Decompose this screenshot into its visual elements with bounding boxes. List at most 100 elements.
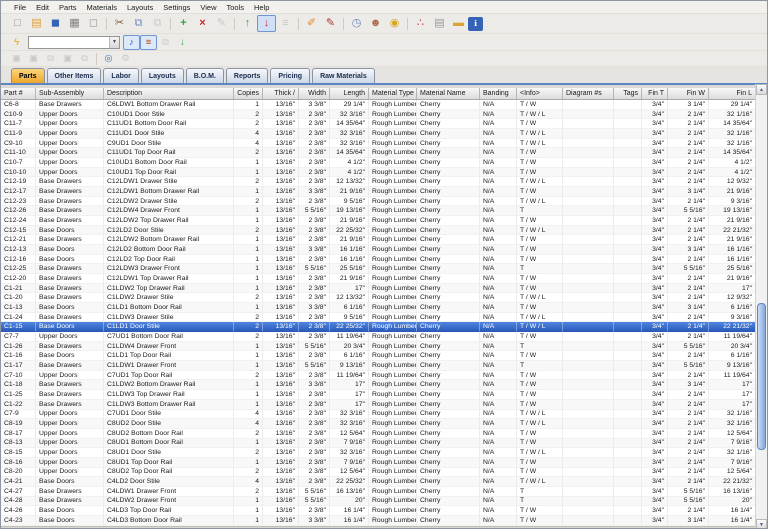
table-row[interactable]: C8-17Upper DoorsC8UD2 Bottom Door Rail21… [1,429,756,439]
table-row[interactable]: C8-13Upper DoorsC8UD1 Bottom Door Rail11… [1,439,756,449]
table-row[interactable]: C6-8Base DrawersC6LDW1 Bottom Drawer Rai… [1,100,756,110]
column-header-mtype[interactable]: Material Type [369,88,417,99]
column-header-finw[interactable]: Fin W [668,88,709,99]
tab-labor[interactable]: Labor [103,68,138,83]
scroll-down-button[interactable]: ▼ [756,519,767,529]
schedule-icon[interactable]: ◷ [347,15,366,32]
table-row[interactable]: C10-10Upper DoorsC10UD1 Top Door Rail113… [1,168,756,178]
table-row[interactable]: C1-21Base DrawersC1LDW2 Top Drawer Rail1… [1,284,756,294]
open-folder-icon[interactable]: ▤ [27,15,46,32]
menu-materials[interactable]: Materials [82,2,122,13]
table-row[interactable]: C12-21Base DrawersC12LDW2 Bottom Drawer … [1,235,756,245]
add-part-icon[interactable]: + [174,15,193,32]
table-row[interactable]: C1-20Base DrawersC1LDW2 Drawer Stile213/… [1,293,756,303]
table-row[interactable]: C12-15Base DoorsC12LD2 Door Stile213/16"… [1,226,756,236]
column-header-width[interactable]: Width [299,88,330,99]
table-row[interactable]: C7-10Upper DoorsC7UD1 Top Door Rail213/1… [1,371,756,381]
column-header-thick[interactable]: Thick / [263,88,299,99]
table-row[interactable]: C7-9Upper DoorsC7UD1 Door Stile413/16"2 … [1,410,756,420]
new-document-icon[interactable]: □ [8,15,27,32]
column-header-part[interactable]: Part # [1,88,36,99]
column-header-diagram[interactable]: Diagram #s [563,88,614,99]
column-header-length[interactable]: Length [330,88,369,99]
table-row[interactable]: C4-21Base DoorsC4LD2 Door Stile413/16"2 … [1,477,756,487]
menu-settings[interactable]: Settings [158,2,195,13]
table-row[interactable]: C12-25Base DrawersC12LDW3 Drawer Front11… [1,264,756,274]
report-document-icon[interactable]: ▤ [430,15,449,32]
tab-layouts[interactable]: Layouts [141,68,184,83]
notes-toggle-icon[interactable]: ♪ [123,35,140,50]
export-parts-icon[interactable]: ↓ [257,15,276,32]
table-row[interactable]: C10-7Upper DoorsC10UD1 Bottom Door Rail1… [1,158,756,168]
export-report-icon[interactable]: ↓ [174,35,191,50]
filter-input[interactable] [29,37,109,48]
edit-user-icon[interactable]: ☻ [366,15,385,32]
table-row[interactable]: C12-17Base DrawersC12LDW1 Bottom Drawer … [1,187,756,197]
menu-file[interactable]: File [9,2,31,13]
table-row[interactable]: C4-23Base DoorsC4LD3 Bottom Door Rail113… [1,516,756,526]
menu-edit[interactable]: Edit [31,2,54,13]
table-row[interactable]: C12-23Base DrawersC12LDW2 Drawer Stile21… [1,197,756,207]
print-icon[interactable]: ▦ [65,15,84,32]
table-row[interactable]: C7-7Upper DoorsC7UD1 Bottom Door Rail213… [1,332,756,342]
table-row[interactable]: C12-13Base DoorsC12LD2 Bottom Door Rail1… [1,245,756,255]
tab-b-o-m-[interactable]: B.O.M. [186,68,224,83]
table-row[interactable]: C12-20Base DrawersC12LDW1 Top Drawer Rai… [1,274,756,284]
table-row[interactable]: C11-9Upper DoorsC11UD1 Door Stile413/16"… [1,129,756,139]
table-row[interactable]: C1-13Base DoorsC1LD1 Bottom Door Rail113… [1,303,756,313]
table-row[interactable]: C12-19Base DrawersC12LDW1 Drawer Stile21… [1,177,756,187]
vertical-scrollbar[interactable]: ▲ ▼ [755,84,767,529]
menu-help[interactable]: Help [249,2,274,13]
column-header-banding[interactable]: Banding [480,88,517,99]
table-row[interactable]: C8-16Upper DoorsC8UD1 Top Door Rail113/1… [1,458,756,468]
table-row[interactable]: C1-25Base DrawersC1LDW3 Top Drawer Rail1… [1,390,756,400]
delivery-truck-icon[interactable]: ▬ [449,15,468,32]
list-toggle-icon[interactable]: ≡ [140,35,157,50]
edit-drawing-icon[interactable]: ✎ [321,15,340,32]
table-row[interactable]: C12-16Base DoorsC12LD2 Top Door Rail113/… [1,255,756,265]
column-header-info[interactable]: <Info> [517,88,563,99]
column-header-fint[interactable]: Fin T [642,88,668,99]
tab-parts[interactable]: Parts [11,68,45,83]
save-icon[interactable]: ◼ [46,15,65,32]
table-row[interactable]: C1-26Base DrawersC1LDW4 Drawer Front113/… [1,342,756,352]
measure-icon[interactable]: ✐ [302,15,321,32]
column-header-copies[interactable]: Copies [234,88,263,99]
copy-icon[interactable]: ⧉ [129,15,148,32]
table-row[interactable]: C8-15Upper DoorsC8UD1 Door Stile213/16"2… [1,448,756,458]
import-parts-icon[interactable]: ↑ [238,15,257,32]
cut-icon[interactable]: ✂ [110,15,129,32]
print-preview-icon[interactable]: ◻ [84,15,103,32]
table-row[interactable]: C9-10Upper DoorsC9UD1 Door Stile413/16"2… [1,139,756,149]
column-header-mname[interactable]: Material Name [417,88,480,99]
scroll-up-button[interactable]: ▲ [756,84,767,95]
table-row[interactable]: C8-19Upper DoorsC8UD2 Door Stile413/16"2… [1,419,756,429]
table-row[interactable]: C4-28Base DrawersC4LDW2 Drawer Front113/… [1,497,756,507]
menu-view[interactable]: View [195,2,221,13]
menu-parts[interactable]: Parts [54,2,82,13]
table-row[interactable]: C1-17Base DrawersC1LDW1 Drawer Front113/… [1,361,756,371]
table-row[interactable]: C1-22Base DrawersC1LDW3 Bottom Drawer Ra… [1,400,756,410]
table-row[interactable]: C1-18Base DrawersC1LDW2 Bottom Drawer Ra… [1,380,756,390]
table-row[interactable]: C11-7Upper DoorsC11UD1 Bottom Door Rail2… [1,119,756,129]
tab-other-items[interactable]: Other Items [47,68,102,83]
run-lightning-icon[interactable]: ϟ [8,35,25,50]
table-row[interactable]: C1-16Base DoorsC1LD1 Top Door Rail113/16… [1,351,756,361]
assembly-tree-icon[interactable]: ∴ [411,15,430,32]
table-row[interactable]: C8-20Upper DoorsC8UD2 Top Door Rail213/1… [1,468,756,478]
table-row[interactable]: C12-24Base DrawersC12LDW2 Top Drawer Rai… [1,216,756,226]
column-header-desc[interactable]: Description [104,88,234,99]
table-row[interactable]: C12-26Base DrawersC12LDW4 Drawer Front11… [1,206,756,216]
tab-raw-materials[interactable]: Raw Materials [312,68,375,83]
column-header-sub[interactable]: Sub-Assembly [36,88,104,99]
tab-pricing[interactable]: Pricing [270,68,310,83]
column-header-tags[interactable]: Tags [614,88,642,99]
delete-part-icon[interactable]: × [193,15,212,32]
menu-tools[interactable]: Tools [222,2,250,13]
table-row[interactable]: C4-27Base DrawersC4LDW1 Drawer Front213/… [1,487,756,497]
table-row[interactable]: C11-10Upper DoorsC11UD1 Top Door Rail213… [1,148,756,158]
table-row[interactable]: C1-24Base DrawersC1LDW3 Drawer Stile213/… [1,313,756,323]
combo-dropdown-icon[interactable]: ▼ [109,37,119,48]
info-icon[interactable]: ℹ [468,17,483,31]
menu-layouts[interactable]: Layouts [122,2,158,13]
